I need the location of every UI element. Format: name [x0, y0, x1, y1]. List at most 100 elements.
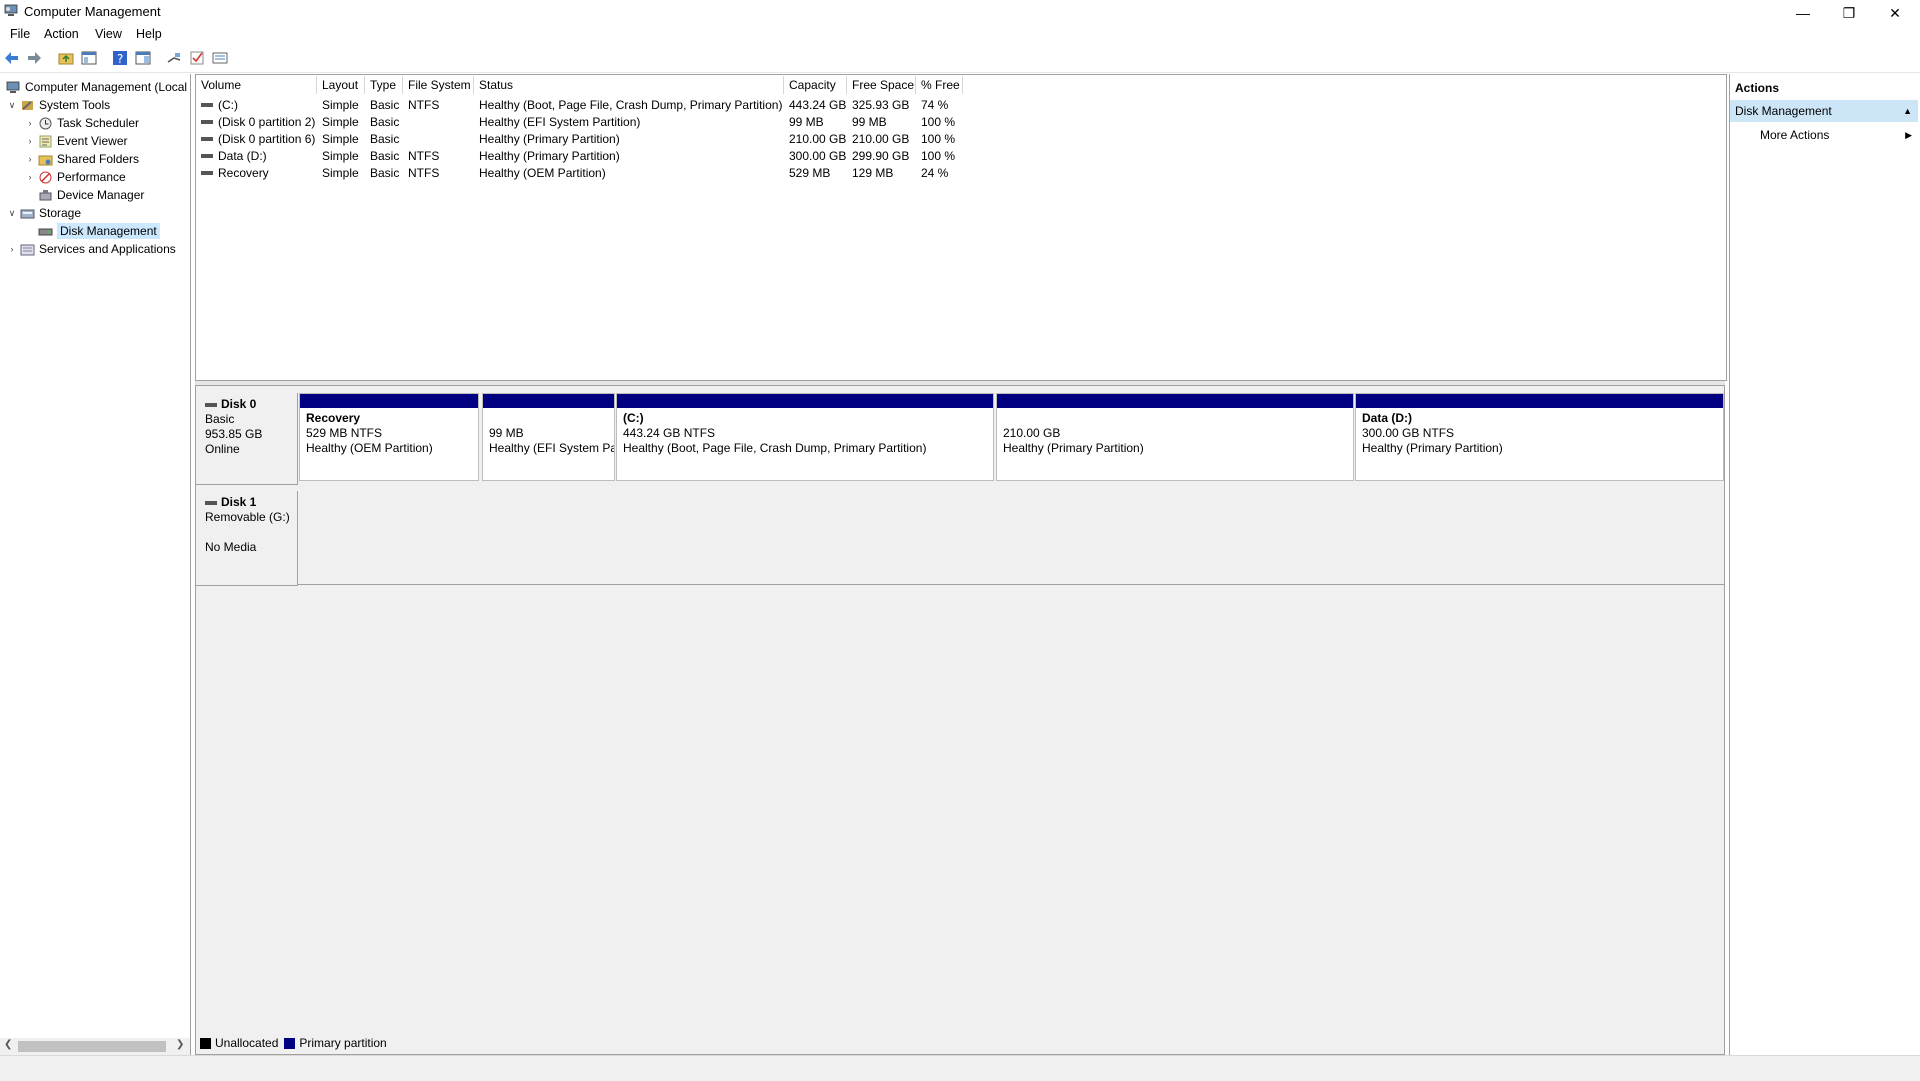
- computer-management-icon: [6, 81, 20, 93]
- table-cell: Basic: [365, 130, 403, 147]
- table-cell: Simple: [317, 147, 365, 164]
- cell-text: NTFS: [408, 165, 440, 180]
- properties-pane-icon[interactable]: [135, 50, 151, 66]
- primary-partition-bar: [300, 394, 478, 408]
- event-viewer-icon: [39, 135, 52, 147]
- table-row[interactable]: (Disk 0 partition 2) Simple Basic Healthy (…: [196, 113, 963, 130]
- scroll-left-icon[interactable]: ❮: [4, 1039, 12, 1050]
- column-header-status[interactable]: Status: [474, 76, 784, 94]
- disk-1-label[interactable]: Disk 1 Removable (G:) No Media: [196, 491, 298, 586]
- volume-icon: [201, 102, 213, 107]
- partition-block[interactable]: 210.00 GB Healthy (Primary Partition): [996, 393, 1354, 481]
- list-view-icon[interactable]: [212, 50, 228, 66]
- help-icon[interactable]: ?: [112, 50, 128, 66]
- menu-view[interactable]: View: [95, 27, 122, 41]
- tree-item-label: Performance: [57, 170, 126, 184]
- partition-block[interactable]: Data (D:) 300.00 GB NTFS Healthy (Primary …: [1355, 393, 1724, 481]
- forward-arrow-icon[interactable]: [26, 50, 42, 66]
- more-actions-item[interactable]: More Actions ▶: [1760, 126, 1918, 144]
- table-row[interactable]: Data (D:) Simple Basic NTFS Healthy (Primary…: [196, 147, 963, 164]
- disk-0-label[interactable]: Disk 0 Basic 953.85 GB Online: [196, 393, 298, 485]
- tree-item-device-manager[interactable]: Device Manager: [24, 186, 144, 204]
- table-row[interactable]: (C:) Simple Basic NTFS Healthy (Boot, Page F…: [196, 96, 963, 113]
- partition-block[interactable]: 99 MB Healthy (EFI System Pa: [482, 393, 615, 481]
- cell-text: 99 MB: [789, 114, 824, 129]
- table-row[interactable]: Recovery Simple Basic NTFS Healthy (OEM Part…: [196, 164, 963, 181]
- minimize-button[interactable]: —: [1780, 0, 1826, 26]
- cell-text: (Disk 0 partition 6): [218, 131, 316, 146]
- partition-status: Healthy (Primary Partition): [1003, 441, 1144, 455]
- cell-text: Simple: [322, 114, 359, 129]
- tree-item-performance[interactable]: › Performance: [24, 168, 126, 186]
- chevron-right-icon: ▶: [1905, 129, 1912, 140]
- scroll-right-icon[interactable]: ❯: [176, 1039, 184, 1050]
- tree-item-storage[interactable]: ∨ Storage: [6, 204, 81, 222]
- table-cell: (Disk 0 partition 2): [196, 113, 317, 130]
- table-cell: Healthy (Primary Partition): [474, 147, 784, 164]
- column-header--free[interactable]: % Free: [916, 76, 963, 94]
- back-arrow-icon[interactable]: [4, 50, 20, 66]
- cell-text: 24 %: [921, 165, 949, 180]
- cell-text: Basic: [370, 131, 400, 146]
- menu-action[interactable]: Action: [44, 27, 79, 41]
- tree-scroll-thumb[interactable]: [18, 1041, 166, 1052]
- status-bar: [0, 1055, 1920, 1081]
- table-cell: Basic: [365, 164, 403, 181]
- table-cell: NTFS: [403, 96, 474, 113]
- chevron-right-icon[interactable]: ›: [24, 172, 36, 182]
- tree-item-system-tools[interactable]: ∨ System Tools: [6, 96, 110, 114]
- tree-item-services-and-applications[interactable]: › Services and Applications: [6, 240, 176, 258]
- column-header-file-system[interactable]: File System: [403, 76, 474, 94]
- show-hide-tree-icon[interactable]: [81, 50, 97, 66]
- tree-item-disk-management[interactable]: Disk Management: [24, 222, 160, 240]
- up-folder-icon[interactable]: [58, 50, 74, 66]
- partition-size: 529 MB NTFS: [306, 426, 383, 440]
- chevron-right-icon[interactable]: ›: [24, 118, 36, 128]
- partition-block[interactable]: Recovery 529 MB NTFS Healthy (OEM Partitio…: [299, 393, 479, 481]
- menu-file[interactable]: File: [10, 27, 30, 41]
- partition-size: 99 MB: [489, 426, 524, 440]
- tree-item-label: Task Scheduler: [57, 116, 140, 130]
- connect-icon[interactable]: [166, 50, 182, 66]
- chevron-right-icon[interactable]: ›: [24, 136, 36, 146]
- partition-title: (C:): [623, 411, 644, 425]
- tree-item-root[interactable]: Computer Management (Local: [4, 78, 187, 96]
- disk-type: Removable (G:): [205, 510, 290, 524]
- table-cell: 210.00 GB: [784, 130, 847, 147]
- table-cell: Recovery: [196, 164, 317, 181]
- partition-title: Recovery: [306, 411, 361, 425]
- table-cell: 325.93 GB: [847, 96, 916, 113]
- cell-text: Healthy (EFI System Partition): [479, 114, 641, 129]
- tree-item-task-scheduler[interactable]: › Task Scheduler: [24, 114, 140, 132]
- tree-item-shared-folders[interactable]: › Shared Folders: [24, 150, 140, 168]
- chevron-right-icon[interactable]: ›: [6, 244, 18, 254]
- volume-icon: [201, 136, 213, 141]
- tree-item-event-viewer[interactable]: › Event Viewer: [24, 132, 128, 150]
- close-button[interactable]: ✕: [1872, 0, 1918, 26]
- column-header-volume[interactable]: Volume: [196, 76, 317, 94]
- actions-section-label: Disk Management: [1735, 104, 1832, 118]
- column-header-layout[interactable]: Layout: [317, 76, 365, 94]
- chevron-right-icon[interactable]: ›: [24, 154, 36, 164]
- check-icon[interactable]: [189, 50, 205, 66]
- column-header-free-space[interactable]: Free Space: [847, 76, 916, 94]
- menu-help[interactable]: Help: [136, 27, 162, 41]
- collapse-up-icon[interactable]: ▲: [1903, 106, 1912, 116]
- column-header-capacity[interactable]: Capacity: [784, 76, 847, 94]
- table-cell: NTFS: [403, 164, 474, 181]
- minimize-icon: —: [1796, 5, 1810, 21]
- legend-primary: Primary partition: [299, 1036, 387, 1050]
- cell-text: Basic: [370, 165, 400, 180]
- partition-block[interactable]: (C:) 443.24 GB NTFS Healthy (Boot, Page Fi…: [616, 393, 994, 481]
- primary-partition-bar: [1356, 394, 1723, 408]
- close-icon: ✕: [1889, 4, 1901, 21]
- chevron-down-icon[interactable]: ∨: [6, 100, 18, 111]
- chevron-down-icon[interactable]: ∨: [6, 208, 18, 219]
- restore-button[interactable]: ❐: [1826, 0, 1872, 26]
- column-header-type[interactable]: Type: [365, 76, 403, 94]
- cell-text: 300.00 GB: [789, 148, 847, 163]
- tree-item-label: System Tools: [39, 98, 111, 112]
- actions-section-disk-management[interactable]: Disk Management ▲: [1730, 100, 1918, 122]
- table-row[interactable]: (Disk 0 partition 6) Simple Basic Healthy (…: [196, 130, 963, 147]
- cell-text: Healthy (Boot, Page File, Crash Dump, Pr…: [479, 97, 783, 112]
